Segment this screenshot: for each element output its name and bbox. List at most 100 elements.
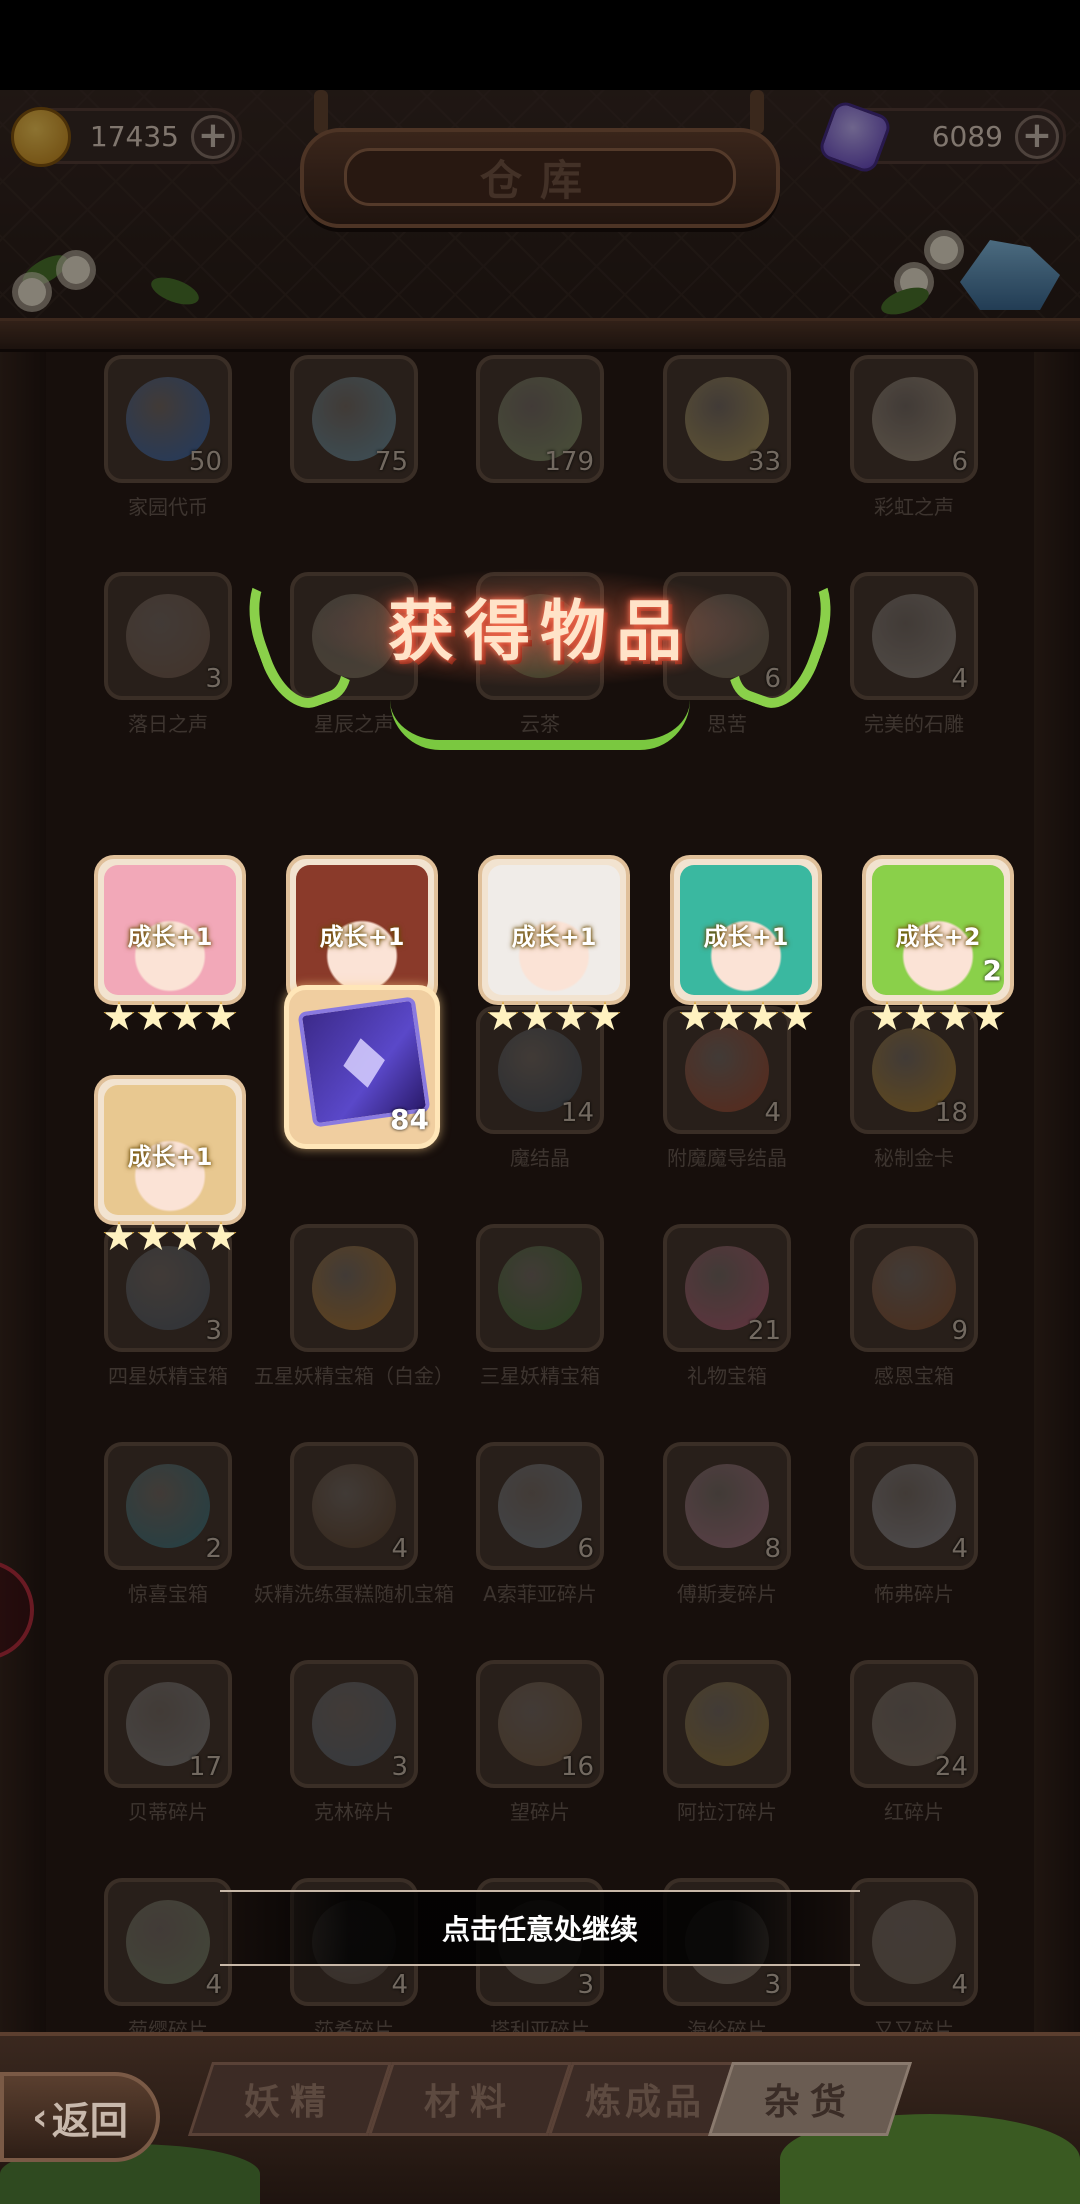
inventory-item[interactable]: 6	[850, 355, 978, 483]
star-rating	[478, 1001, 630, 1035]
back-button[interactable]: ‹ 返回	[0, 2072, 160, 2162]
flower-decoration	[930, 236, 958, 264]
inventory-item[interactable]: 4	[850, 1878, 978, 2006]
star-icon	[973, 1001, 1005, 1031]
item-icon	[685, 1464, 769, 1548]
reward-fairy-item[interactable]: 成长+1	[286, 855, 438, 1005]
inventory-item[interactable]: 4	[850, 1442, 978, 1570]
item-label: 望碎片	[510, 1800, 570, 1824]
item-count: 3	[764, 1970, 781, 2000]
star-icon	[137, 1001, 169, 1031]
add-gems-button[interactable]: +	[1015, 115, 1059, 159]
inventory-item[interactable]: 21	[663, 1224, 791, 1352]
inventory-item[interactable]: 6	[476, 1442, 604, 1570]
star-icon	[713, 1001, 745, 1031]
reward-fairy-item[interactable]: 成长+1	[478, 855, 630, 1005]
inventory-item[interactable]: 4	[290, 1442, 418, 1570]
inventory-item[interactable]	[290, 1224, 418, 1352]
coin-icon	[11, 107, 71, 167]
item-count: 3	[391, 1752, 408, 1782]
title-plate: 仓库	[300, 128, 780, 228]
growth-badge: 成长+2	[895, 923, 981, 951]
reward-title: 获得物品	[388, 593, 692, 670]
tab-fairy[interactable]: 妖精	[187, 2062, 393, 2136]
inventory-item[interactable]: 33	[663, 355, 791, 483]
add-coins-button[interactable]: +	[191, 115, 235, 159]
item-count: 3	[205, 1316, 222, 1346]
inventory-item[interactable]: 16	[476, 1660, 604, 1788]
inventory-item[interactable]: 4	[850, 572, 978, 700]
star-icon	[103, 1001, 135, 1031]
item-icon	[126, 1464, 210, 1548]
reward-fairy-item[interactable]: 成长+2 2	[862, 855, 1014, 1005]
growth-badge: 成长+1	[127, 1143, 213, 1171]
item-count: 16	[560, 1752, 594, 1782]
item-label: 阿拉汀碎片	[677, 1800, 777, 1824]
star-icon	[679, 1001, 711, 1031]
item-count: 4	[951, 1534, 968, 1564]
star-icon	[171, 1001, 203, 1031]
inventory-item[interactable]: 9	[850, 1224, 978, 1352]
reward-fairy-item[interactable]: 成长+1	[94, 1075, 246, 1225]
item-count: 179	[544, 447, 594, 477]
item-count: 4	[951, 664, 968, 694]
item-icon	[872, 1246, 956, 1330]
item-icon	[872, 1900, 956, 1984]
star-icon	[905, 1001, 937, 1031]
star-icon	[939, 1001, 971, 1031]
continue-prompt[interactable]: 点击任意处继续	[220, 1890, 860, 1966]
inventory-item[interactable]: 24	[850, 1660, 978, 1788]
inventory-item[interactable]	[476, 1224, 604, 1352]
growth-badge: 成长+1	[127, 923, 213, 951]
item-label: 怖弗碎片	[874, 1582, 954, 1606]
reward-fairy-item[interactable]: 成长+1	[670, 855, 822, 1005]
inventory-item[interactable]: 2	[104, 1442, 232, 1570]
inventory-item[interactable]: 8	[663, 1442, 791, 1570]
gem-amount: 6089	[931, 119, 1003, 153]
item-count: 4	[391, 1534, 408, 1564]
tab-misc[interactable]: 杂货	[707, 2062, 913, 2136]
item-count: 2	[205, 1534, 222, 1564]
item-label: 红碎片	[884, 1800, 944, 1824]
item-icon	[126, 594, 210, 678]
item-label: 落日之声	[128, 712, 208, 736]
inventory-item[interactable]: 17	[104, 1660, 232, 1788]
star-rating	[94, 1221, 246, 1255]
tab-materials[interactable]: 材料	[367, 2062, 573, 2136]
item-label: 傅斯麦碎片	[677, 1582, 777, 1606]
item-count: 75	[374, 447, 408, 477]
reward-fairy-item[interactable]: 成长+1	[94, 855, 246, 1005]
inventory-item[interactable]	[663, 1660, 791, 1788]
vine-decoration	[390, 700, 690, 750]
reward-count: 2	[982, 954, 1002, 987]
coin-counter: 17435 +	[11, 107, 242, 167]
star-rating	[670, 1001, 822, 1035]
item-icon	[126, 1900, 210, 1984]
item-icon	[685, 1028, 769, 1112]
inventory-item[interactable]: 50	[104, 355, 232, 483]
item-label: 妖精洗练蛋糕随机宝箱	[254, 1582, 454, 1606]
item-icon	[312, 1246, 396, 1330]
item-count: 17	[188, 1752, 222, 1782]
reward-banner: 获得物品	[231, 538, 849, 778]
star-icon	[747, 1001, 779, 1031]
inventory-item[interactable]: 179	[476, 355, 604, 483]
item-count: 18	[934, 1098, 968, 1128]
star-icon	[205, 1221, 237, 1251]
inventory-item[interactable]: 75	[290, 355, 418, 483]
coin-amount: 17435	[89, 119, 179, 153]
inventory-item[interactable]: 3	[290, 1660, 418, 1788]
star-icon	[137, 1221, 169, 1251]
star-icon	[205, 1001, 237, 1031]
reward-card-item[interactable]: 84	[284, 985, 440, 1149]
item-label: 附魔魔导结晶	[667, 1146, 787, 1170]
inventory-item[interactable]: 4	[104, 1878, 232, 2006]
star-icon	[555, 1001, 587, 1031]
item-icon	[872, 594, 956, 678]
item-count: 6	[577, 1534, 594, 1564]
header-beam	[0, 318, 1080, 352]
item-label: 克林碎片	[314, 1800, 394, 1824]
item-label: 秘制金卡	[874, 1146, 954, 1170]
inventory-item[interactable]: 3	[104, 572, 232, 700]
item-count: 4	[764, 1098, 781, 1128]
